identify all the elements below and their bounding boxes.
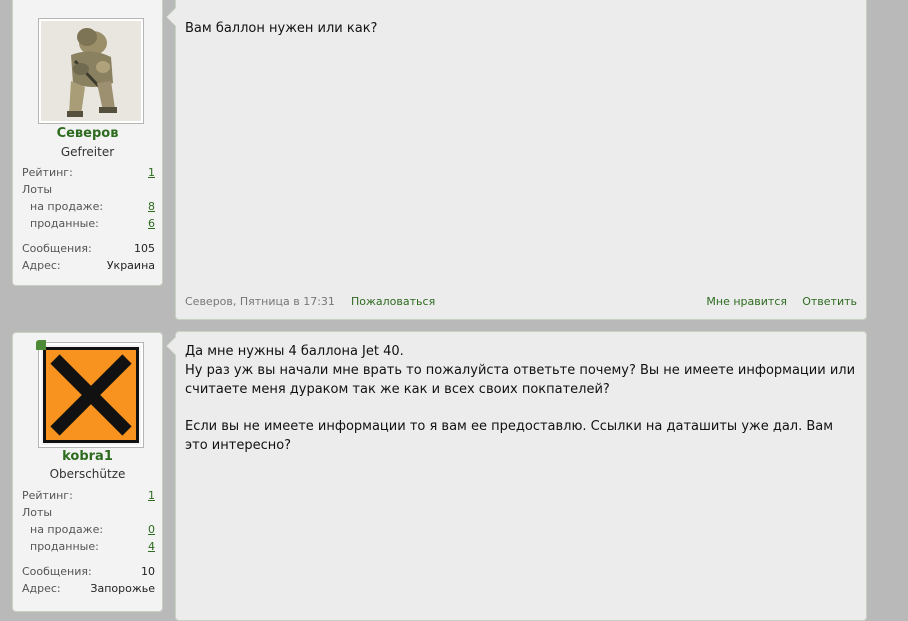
user-rank: Oberschütze [49,467,126,481]
report-link[interactable]: Пожаловаться [351,295,435,308]
stat-label: Рейтинг: [22,166,73,179]
stat-label: Адрес: [22,582,61,595]
message-line: Да мне нужны 4 баллона Jet 40. [185,344,404,359]
stat-label: Сообщения: [22,242,92,255]
sold-link[interactable]: 4 [148,540,155,553]
stat-label: Сообщения: [22,565,92,578]
user-rank: Gefreiter [60,145,115,159]
stat-on-sale: на продаже: 8 [22,200,155,214]
post-pointer-fill [167,8,176,26]
post-footer: Северов, Пятница в 17:31 Пожаловаться Мн… [185,295,857,311]
post: Да мне нужны 4 баллона Jet 40. Ну раз уж… [166,331,867,621]
soldier-avatar-image [41,21,141,121]
stat-label: Адрес: [22,259,61,272]
stat-rating: Рейтинг: 1 [22,489,155,503]
stat-messages: Сообщения: 105 [22,242,155,256]
post-meta[interactable]: Северов, Пятница в 17:31 [185,295,335,308]
message-body: Да мне нужны 4 баллона Jet 40. Ну раз уж… [185,342,857,455]
on-sale-link[interactable]: 0 [148,523,155,536]
stat-sold: проданные: 4 [22,540,155,554]
on-sale-link[interactable]: 8 [148,200,155,213]
stat-sold: проданные: 6 [22,217,155,231]
messages-count: 105 [134,242,155,255]
stat-on-sale: на продаже: 0 [22,523,155,537]
stat-lots: Лоты [22,506,155,520]
user-info-panel: kobra1 Oberschütze Рейтинг: 1 Лоты на пр… [12,332,163,612]
avatar[interactable] [38,18,144,124]
message-body: Вам баллон нужен или как? [185,19,857,38]
stat-lots: Лоты [22,183,155,197]
message-line: Вам баллон нужен или как? [185,21,378,36]
stat-label: Рейтинг: [22,489,73,502]
message-line: Ну раз уж вы начали мне врать то пожалуй… [185,363,856,397]
username[interactable]: Северов [13,126,162,141]
stat-label: проданные: [30,217,99,230]
rating-link[interactable]: 1 [148,489,155,502]
stat-label: на продаже: [30,200,104,213]
post-pointer-fill [167,337,176,355]
stat-label: проданные: [30,540,99,553]
rating-link[interactable]: 1 [148,166,155,179]
message-line: Если вы не имеете информации то я вам ее… [185,419,834,453]
stat-address: Адрес: Запорожье [22,582,155,596]
stat-rating: Рейтинг: 1 [22,166,155,180]
post: Вам баллон нужен или как? Северов, Пятни… [166,0,867,320]
stat-messages: Сообщения: 10 [22,565,155,579]
avatar[interactable] [38,342,144,448]
reply-link[interactable]: Ответить [802,295,857,308]
stat-address: Адрес: Украина [22,259,155,273]
username[interactable]: kobra1 [13,449,162,464]
messages-count: 10 [141,565,155,578]
sold-link[interactable]: 6 [148,217,155,230]
stat-label: на продаже: [30,523,104,536]
stat-label: Лоты [22,183,53,196]
stat-label: Лоты [22,506,53,519]
like-link[interactable]: Мне нравится [706,295,787,308]
address-value: Запорожье [90,582,155,595]
hazard-x-avatar-image [41,345,141,445]
user-info-panel: Северов Gefreiter Рейтинг: 1 Лоты на про… [12,0,163,286]
address-value: Украина [106,259,155,272]
online-indicator-icon [36,340,46,350]
